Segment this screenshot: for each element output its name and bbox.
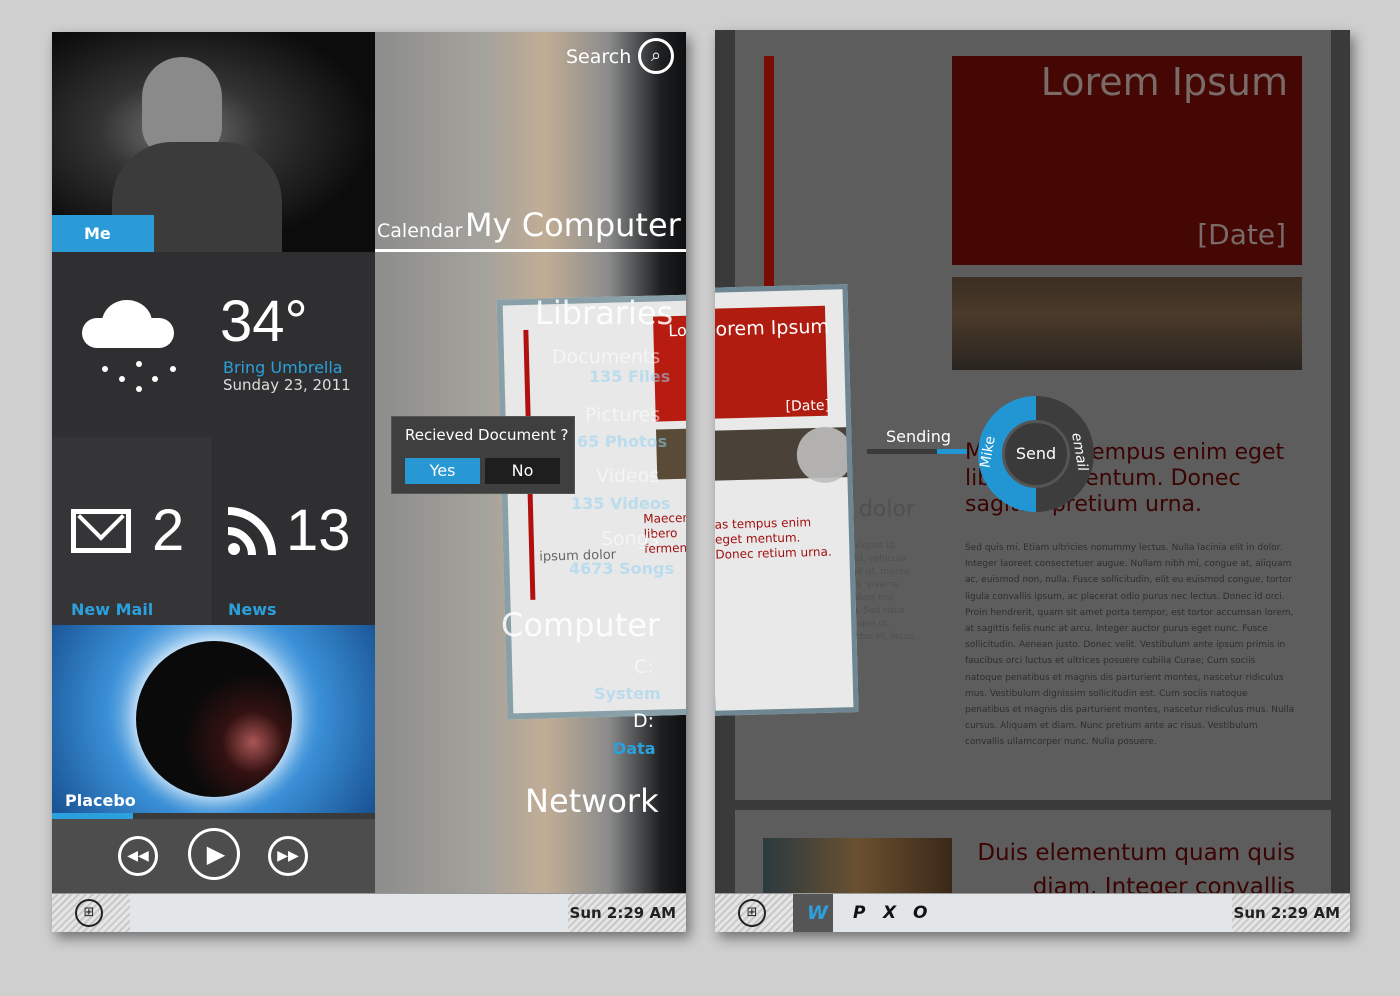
header-photo xyxy=(952,277,1302,370)
yes-button[interactable]: Yes xyxy=(405,458,480,484)
send-ring: Send Mike email xyxy=(977,396,1094,512)
dialog-question: Recieved Document ? xyxy=(405,426,569,444)
mail-tile[interactable]: 2 New Mail xyxy=(52,437,212,625)
start-button[interactable]: ⊞ xyxy=(738,899,766,927)
library-songs[interactable]: Songs xyxy=(601,528,659,550)
article-body: Sed quis mi. Etiam ultricies nonummy lec… xyxy=(965,543,1295,748)
library-videos[interactable]: Videos xyxy=(596,465,659,487)
news-label: News xyxy=(228,600,277,619)
weather-tile[interactable]: 34° Bring Umbrella Sunday 23, 2011 xyxy=(52,252,375,437)
music-tile[interactable]: Placebo xyxy=(52,625,375,817)
recipient-email[interactable]: email xyxy=(1068,432,1090,473)
calendar-tab[interactable]: Calendar xyxy=(377,220,462,242)
play-button[interactable]: ▶ xyxy=(188,828,240,880)
red-accent-bar xyxy=(764,56,774,321)
search-icon[interactable]: ⌕ xyxy=(638,38,674,74)
computer-heading[interactable]: Computer xyxy=(501,606,660,644)
drive-c[interactable]: C: xyxy=(634,656,654,678)
album-art-eclipse xyxy=(136,641,292,797)
left-tablet: Me 34° Bring Umbrella Sunday 23, 2011 2 … xyxy=(52,32,686,932)
library-pictures[interactable]: Pictures xyxy=(585,404,660,426)
weather-tip: Bring Umbrella xyxy=(223,358,343,377)
clock: Sun 2:29 AM xyxy=(569,904,676,922)
recipient-mike[interactable]: Mike xyxy=(977,435,998,469)
app-outlook[interactable]: O xyxy=(913,903,927,923)
fast-forward-button[interactable]: ▶▶ xyxy=(268,836,308,876)
track-label: Placebo xyxy=(65,791,136,810)
taskbar: ⊞ Sun 2:29 AM xyxy=(52,893,686,932)
right-tablet: Lorem Ipsum [Date] ipsum dolor aliquam a… xyxy=(715,30,1350,932)
weather-date: Sunday 23, 2011 xyxy=(223,376,351,394)
app-powerpoint[interactable]: P xyxy=(853,903,865,923)
libraries-heading[interactable]: Libraries xyxy=(535,294,673,332)
temperature: 34° xyxy=(220,289,308,354)
next-page: Duis elementum quam quis diam. Integer c… xyxy=(735,810,1331,908)
snow-cloud-icon xyxy=(82,300,174,372)
document-title: Lorem Ipsum xyxy=(1040,60,1288,104)
music-controls: ◀◀ ▶ ▶▶ xyxy=(52,819,375,893)
header-divider xyxy=(375,249,686,252)
news-tile[interactable]: 13 News xyxy=(214,437,375,625)
start-button[interactable]: ⊞ xyxy=(75,899,103,927)
search-label[interactable]: Search xyxy=(566,46,631,68)
app-word[interactable]: W xyxy=(807,902,828,924)
clock: Sun 2:29 AM xyxy=(1233,904,1340,922)
rss-icon xyxy=(228,505,278,555)
send-button[interactable]: Send xyxy=(1002,420,1070,488)
me-tile[interactable]: Me xyxy=(52,32,375,252)
mail-icon xyxy=(71,493,131,553)
news-count: 13 xyxy=(286,498,351,563)
mail-label: New Mail xyxy=(71,600,154,619)
no-button[interactable]: No xyxy=(485,458,560,484)
taskbar: ⊞ W P X O Sun 2:29 AM xyxy=(715,893,1350,932)
explorer-pane: Search ⌕ Calendar My Computer Lorem Ipsu… xyxy=(375,32,686,893)
title-block: Lorem Ipsum [Date] xyxy=(952,56,1302,265)
library-documents[interactable]: Documents xyxy=(552,346,660,368)
floating-document[interactable]: orem Ipsum [Date] as tempus enim eget me… xyxy=(715,284,859,716)
app-excel[interactable]: X xyxy=(883,903,896,923)
rewind-button[interactable]: ◀◀ xyxy=(118,836,158,876)
received-document-dialog: Recieved Document ? Yes No xyxy=(391,416,575,494)
me-label: Me xyxy=(84,224,111,243)
mail-count: 2 xyxy=(152,498,185,563)
network-heading[interactable]: Network xyxy=(525,782,659,820)
sending-label: Sending xyxy=(886,427,952,446)
my-computer-tab[interactable]: My Computer xyxy=(465,206,681,244)
drive-d[interactable]: D: xyxy=(633,710,654,732)
document-date: [Date] xyxy=(1197,218,1286,251)
sending-progress xyxy=(867,449,967,454)
